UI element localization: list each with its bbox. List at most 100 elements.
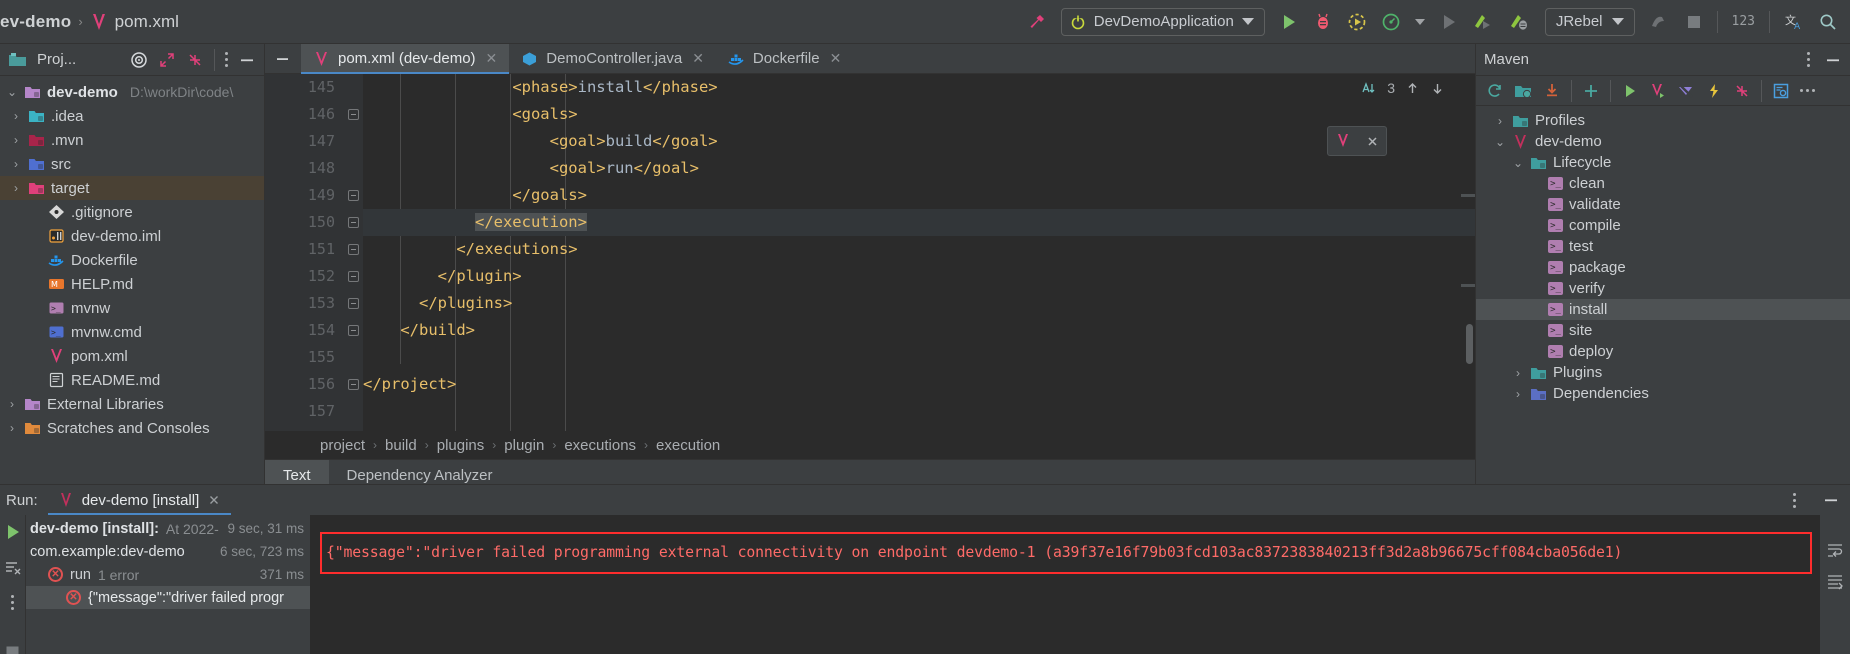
minimize-icon[interactable]: [1822, 491, 1840, 509]
previous-occurrence-icon[interactable]: [1405, 81, 1420, 96]
translate-icon[interactable]: 文A: [1784, 12, 1804, 32]
run-tab[interactable]: dev-demo [install]: [47, 485, 232, 515]
code-line[interactable]: </project>: [363, 371, 1475, 398]
chevron-right-icon[interactable]: ›: [6, 397, 18, 411]
fold-marker-icon[interactable]: [343, 263, 363, 290]
code-line[interactable]: <phase>install</phase>: [363, 74, 1475, 101]
project-tree-item--idea[interactable]: › .idea: [0, 104, 264, 128]
code-line[interactable]: </execution>: [363, 209, 1475, 236]
maven-tree-item-profiles[interactable]: › Profiles: [1476, 110, 1850, 131]
debug-icon[interactable]: [1313, 12, 1333, 32]
code-line[interactable]: </build>: [363, 317, 1475, 344]
project-tree-item-mvnw-cmd[interactable]: >_ mvnw.cmd: [0, 320, 264, 344]
run-tree-item[interactable]: dev-demo [install]: At 2022- 9 sec, 31 ms: [26, 517, 310, 540]
project-tree-item-external-libraries[interactable]: › External Libraries: [0, 392, 264, 416]
maven-tree[interactable]: › Profiles ⌄ dev-demo ⌄ Lifecycle >_ clean >_ val…: [1476, 106, 1850, 404]
run-configuration-selector[interactable]: DevDemoApplication: [1060, 7, 1265, 36]
more-options-icon[interactable]: [11, 595, 14, 610]
code-line[interactable]: <goal>run</goal>: [363, 155, 1475, 182]
code-line[interactable]: [363, 344, 1475, 371]
breadcrumb-item-execution[interactable]: execution: [656, 437, 720, 454]
build-project-icon[interactable]: [1649, 12, 1671, 32]
maven-tree-item-deploy[interactable]: >_ deploy: [1476, 341, 1850, 362]
close-icon[interactable]: ✕: [692, 50, 704, 67]
close-icon[interactable]: ✕: [486, 50, 498, 67]
add-maven-project-icon[interactable]: [1514, 83, 1533, 99]
run-icon[interactable]: [1279, 12, 1299, 32]
code-line[interactable]: <goals>: [363, 101, 1475, 128]
chevron-right-icon[interactable]: ›: [1512, 366, 1524, 380]
inspection-icon[interactable]: [1361, 80, 1377, 96]
maven-tree-item-plugins[interactable]: › Plugins: [1476, 362, 1850, 383]
jrebel-run-icon[interactable]: [1473, 12, 1495, 32]
project-tree-item--gitignore[interactable]: .gitignore: [0, 200, 264, 224]
chevron-right-icon[interactable]: ›: [1512, 387, 1524, 401]
maven-tree-item-install[interactable]: >_ install: [1476, 299, 1850, 320]
code-line[interactable]: </plugin>: [363, 263, 1475, 290]
scroll-to-end-icon[interactable]: [1826, 573, 1844, 591]
breadcrumb-item-plugins[interactable]: plugins: [437, 437, 485, 454]
numeric-icon[interactable]: 123: [1732, 14, 1755, 29]
code-line[interactable]: [363, 398, 1475, 425]
jrebel-debug-icon[interactable]: [1509, 12, 1531, 32]
code-lines[interactable]: <phase>install</phase> <goals> <goal>bui…: [363, 74, 1475, 431]
soft-wrap-icon[interactable]: [1826, 541, 1844, 559]
project-tree[interactable]: ⌄ dev-demo D:\workDir\code\ › .idea › .mvn › src…: [0, 76, 264, 440]
project-tree-item-help-md[interactable]: M HELP.md: [0, 272, 264, 296]
editor-tab-dockerfile[interactable]: Dockerfile ✕: [716, 44, 853, 73]
project-tree-item--mvn[interactable]: › .mvn: [0, 128, 264, 152]
code-line[interactable]: </goals>: [363, 182, 1475, 209]
maven-tree-item-test[interactable]: >_ test: [1476, 236, 1850, 257]
maven-tree-item-verify[interactable]: >_ verify: [1476, 278, 1850, 299]
close-icon[interactable]: [1365, 134, 1380, 149]
run-tree-item[interactable]: ✕ run 1 error 371 ms: [26, 563, 310, 586]
more-icon[interactable]: [1800, 89, 1815, 92]
chevron-down-icon[interactable]: ⌄: [1512, 156, 1524, 170]
project-tree-item-scratches-and-consoles[interactable]: › Scratches and Consoles: [0, 416, 264, 440]
editor-tab-pom-xml[interactable]: pom.xml (dev-demo) ✕: [301, 44, 510, 74]
expand-all-icon[interactable]: [158, 51, 176, 69]
code-line[interactable]: </plugins>: [363, 290, 1475, 317]
show-diagram-icon[interactable]: [1772, 82, 1790, 100]
run-tree-item[interactable]: com.example:dev-demo 6 sec, 723 ms: [26, 540, 310, 563]
download-sources-icon[interactable]: [1543, 82, 1561, 100]
maven-tree-item-compile[interactable]: >_ compile: [1476, 215, 1850, 236]
breadcrumb-project[interactable]: ev-demo: [0, 12, 71, 32]
project-tree-item-target[interactable]: › target: [0, 176, 264, 200]
run-icon[interactable]: [1621, 82, 1639, 100]
minimize-icon[interactable]: [238, 51, 256, 69]
breadcrumb-item-project[interactable]: project: [320, 437, 365, 454]
more-options-icon[interactable]: [225, 52, 228, 67]
code-line[interactable]: </executions>: [363, 236, 1475, 263]
chevron-down-icon[interactable]: ⌄: [6, 85, 18, 99]
maven-tree-item-dev-demo[interactable]: ⌄ dev-demo: [1476, 131, 1850, 152]
project-tree-item-pom-xml[interactable]: pom.xml: [0, 344, 264, 368]
chevron-down-icon[interactable]: [1414, 18, 1425, 25]
maven-tree-item-lifecycle[interactable]: ⌄ Lifecycle: [1476, 152, 1850, 173]
breadcrumb-file[interactable]: pom.xml: [115, 12, 179, 32]
chevron-right-icon[interactable]: ›: [10, 133, 22, 147]
chevron-down-icon[interactable]: [1611, 18, 1624, 25]
minimize-icon[interactable]: [1824, 51, 1842, 69]
chevron-right-icon[interactable]: ›: [10, 181, 22, 195]
close-icon[interactable]: [207, 493, 221, 507]
rerun-icon[interactable]: [4, 523, 22, 541]
editor-scrollbar[interactable]: [1466, 324, 1473, 364]
collapse-all-icon[interactable]: [186, 51, 204, 69]
chevron-right-icon[interactable]: ›: [6, 421, 18, 435]
more-options-icon[interactable]: [1807, 52, 1810, 67]
project-tree-item-dev-demo-iml[interactable]: dev-demo.iml: [0, 224, 264, 248]
project-tree-item-dockerfile[interactable]: Dockerfile: [0, 248, 264, 272]
fold-marker-icon[interactable]: [343, 290, 363, 317]
run-console[interactable]: {"message":"driver failed programming ex…: [311, 515, 1850, 654]
hide-panel-icon[interactable]: [265, 44, 301, 73]
maven-tree-item-dependencies[interactable]: › Dependencies: [1476, 383, 1850, 404]
chevron-down-icon[interactable]: ⌄: [1494, 135, 1506, 149]
project-tree-item-mvnw[interactable]: >_ mvnw: [0, 296, 264, 320]
maven-reload-icon[interactable]: [1334, 132, 1352, 150]
project-tree-item-readme-md[interactable]: README.md: [0, 368, 264, 392]
toggle-offline-icon[interactable]: [1677, 82, 1695, 100]
breadcrumb-item-executions[interactable]: executions: [564, 437, 636, 454]
chevron-right-icon[interactable]: ›: [1494, 114, 1506, 128]
editor-tab-democontroller-java[interactable]: DemoController.java ✕: [509, 44, 716, 73]
